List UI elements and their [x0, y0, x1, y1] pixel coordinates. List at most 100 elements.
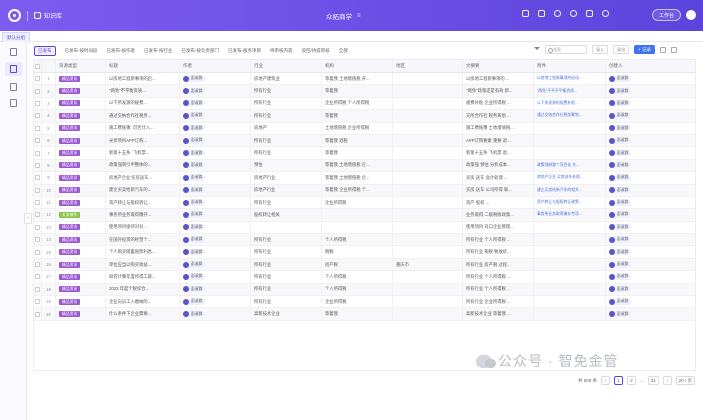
cell-type[interactable]: 精品资讯	[56, 110, 106, 122]
view-tab-by-industry[interactable]: 已发布-按行业	[144, 48, 173, 54]
cell-org[interactable]: 房产税	[322, 258, 393, 271]
cell-title[interactable]: 以房地工程新事项的启...	[106, 73, 180, 85]
cell-org[interactable]: 等着我 退税	[322, 134, 393, 147]
attachment-link[interactable]: 以下所发源的规费补贴...	[537, 101, 578, 106]
cell-creator[interactable]: 彭淑群	[606, 234, 677, 245]
row-checkbox[interactable]	[35, 150, 40, 156]
cell-summary[interactable]: "两免"政策还是有效 新...	[463, 85, 534, 97]
row-checkbox[interactable]	[35, 237, 40, 243]
cell-industry[interactable]: 所有行业	[251, 296, 322, 308]
cell-title[interactable]: 以下所发源的规费...	[106, 97, 180, 110]
cell-type[interactable]: 精品资讯	[56, 221, 106, 234]
table-row[interactable]: 20 精品资讯 什么条件下企业需要... 彭淑群 高新技术企业 等着我 高新技术企业 等着我…	[34, 308, 695, 321]
cell-title[interactable]: 在国外投资的经营个...	[106, 234, 180, 246]
cell-attach[interactable]	[534, 122, 606, 134]
cell-summary[interactable]: 买房 送车 会计处理 ...	[463, 172, 534, 184]
cell-org[interactable]: 等着我 土地增值税 开...	[322, 73, 393, 85]
cell-summary[interactable]: 所有行业 企业所得税 ...	[463, 296, 534, 308]
table-row[interactable]: 1 精品资讯 以房地工程新事项的启... 彭淑群 房地产建筑业 等着我 土地增值税 开..…	[34, 73, 695, 86]
column-header[interactable]: 行业	[251, 60, 322, 72]
collapse-sidebar-button[interactable]: ›	[24, 213, 32, 224]
cell-creator[interactable]: 彭淑群	[606, 209, 677, 220]
cell-industry[interactable]: 房地产行业	[251, 184, 322, 196]
cell-creator[interactable]: 彭淑群	[606, 123, 677, 134]
cell-attach[interactable]	[534, 296, 606, 308]
cell-region[interactable]	[393, 97, 463, 110]
page-button[interactable]: 1	[613, 376, 623, 385]
cell-summary[interactable]: 政策强 预估 分析成本...	[463, 159, 534, 172]
cell-attach[interactable]	[534, 234, 606, 246]
cell-type[interactable]: 精品资讯	[56, 85, 106, 97]
cell-type[interactable]: 精品资讯	[56, 258, 106, 271]
cell-creator[interactable]: 彭淑群	[606, 160, 677, 171]
cell-author[interactable]: 彭淑群	[180, 196, 251, 209]
add-record-button[interactable]: + 记录	[634, 45, 655, 54]
row-checkbox[interactable]	[35, 249, 40, 255]
refresh-icon[interactable]	[671, 46, 677, 53]
cell-attach[interactable]	[534, 258, 606, 271]
cell-creator[interactable]: 彭淑群	[606, 197, 677, 208]
cell-org[interactable]	[322, 221, 393, 234]
row-checkbox[interactable]	[35, 138, 40, 144]
cell-type[interactable]: 精品资讯	[56, 147, 106, 159]
settings-icon[interactable]	[660, 46, 666, 53]
cell-industry[interactable]	[251, 221, 322, 234]
cell-region[interactable]	[393, 296, 463, 308]
cell-org[interactable]: 等着我 土地增值税 企...	[322, 159, 393, 172]
cell-region[interactable]	[393, 234, 463, 246]
cell-author[interactable]: 彭淑群	[180, 85, 251, 97]
view-tab-service[interactable]: 已发布-服务项目	[228, 48, 261, 54]
cell-industry[interactable]: 所有行业	[251, 97, 322, 110]
cell-type[interactable]: 精品资讯	[56, 122, 106, 134]
cell-creator[interactable]: 彭淑群	[606, 308, 677, 319]
cell-author[interactable]: 彭淑群	[180, 246, 251, 258]
cell-region[interactable]	[393, 134, 463, 147]
cell-attach[interactable]: 事务所业务取得缴存专项...	[534, 209, 606, 221]
doc-icon[interactable]	[586, 10, 593, 17]
cell-attach[interactable]: 政策强制整个项目化 关...	[534, 159, 606, 172]
row-checkbox[interactable]	[35, 274, 40, 280]
cell-region[interactable]	[393, 221, 463, 234]
attachment-link[interactable]: 建企买卖给新汽车的相关...	[537, 188, 582, 193]
cell-industry[interactable]: 所有行业	[251, 258, 322, 271]
cell-summary[interactable]: APP订购要素 重要 退...	[463, 134, 534, 147]
notification-icon[interactable]	[554, 10, 561, 17]
cell-attach[interactable]	[534, 147, 606, 159]
cell-type[interactable]: 精品资讯	[56, 246, 106, 258]
cell-industry[interactable]: 所有行业	[251, 134, 322, 147]
cell-org[interactable]	[322, 209, 393, 221]
cell-industry[interactable]: 高新技术企业	[251, 308, 322, 320]
attachment-link[interactable]: 政策强制整个项目化 关...	[537, 163, 579, 168]
cell-attach[interactable]	[534, 283, 606, 296]
cell-attach[interactable]	[534, 308, 606, 320]
view-tab-by-dept[interactable]: 已发布-按负责部门	[182, 48, 220, 54]
cell-org[interactable]: 企业所得税	[322, 196, 393, 209]
app-title[interactable]: 众拓商学 ≡	[326, 11, 361, 21]
cell-type[interactable]: 精品资讯	[56, 73, 106, 85]
help-icon[interactable]	[570, 10, 577, 17]
view-tab-rejected[interactable]: 驳回/待提审核	[302, 48, 330, 54]
share-icon[interactable]	[522, 10, 529, 17]
export-button[interactable]: 导出	[613, 45, 630, 54]
cell-industry[interactable]: 所有行业	[251, 271, 322, 283]
cell-title[interactable]: 政策强制引申整体的...	[106, 159, 180, 172]
app-logo-icon[interactable]	[8, 9, 21, 22]
cell-summary[interactable]: 交所合作社 税务筹划 ...	[463, 110, 534, 122]
cell-attach[interactable]: 以房地工程新事项的启动...	[534, 73, 606, 85]
cell-type[interactable]: 实务操作	[56, 209, 106, 221]
view-tab-published[interactable]: 已发布	[34, 46, 56, 56]
cell-author[interactable]: 彭淑群	[180, 258, 251, 271]
table-icon[interactable]	[10, 48, 17, 56]
view-tab-pending[interactable]: 待审核内容	[270, 48, 293, 54]
cell-type[interactable]: 精品资讯	[56, 97, 106, 110]
cell-region[interactable]	[393, 283, 463, 296]
cell-author[interactable]: 彭淑群	[180, 73, 251, 85]
cell-industry[interactable]: 所有行业	[251, 246, 322, 258]
cell-region[interactable]	[393, 246, 463, 258]
cell-creator[interactable]: 彭淑群	[606, 110, 677, 121]
table-row[interactable]: 4 精品资讯 通过交纳合作社税务... 彭淑群 所有行业 等着我 交所合作社 税务筹划 ..…	[34, 110, 695, 123]
table-row[interactable]: 11 精品资讯 资产转让与股权转让... 彭淑群 所有行业 企业所得税 资产 股权 ... 资…	[34, 196, 695, 210]
cell-creator[interactable]: 彭淑群	[606, 147, 677, 158]
cell-org[interactable]: 等着我 企业所得税 个...	[322, 184, 393, 196]
cell-region[interactable]	[393, 172, 463, 184]
